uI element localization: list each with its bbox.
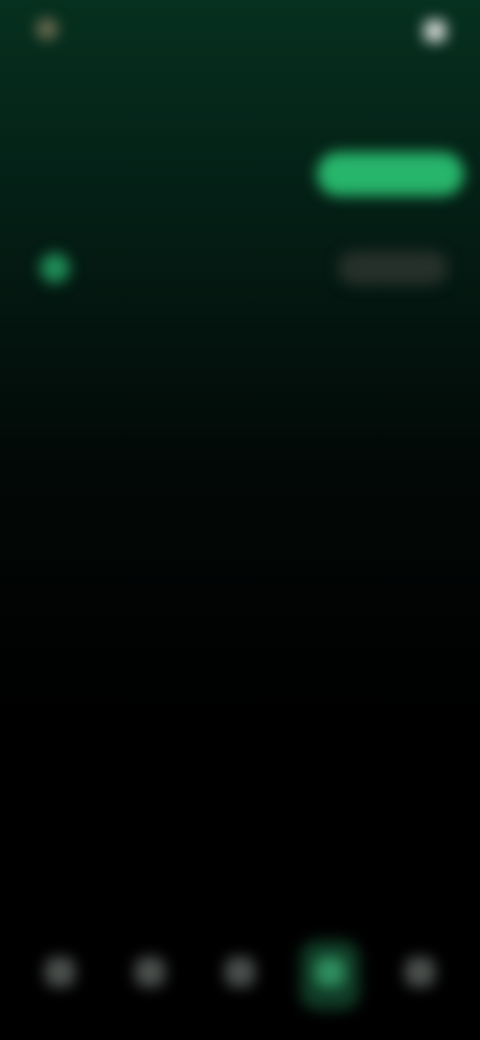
nav-item-active[interactable] — [300, 940, 360, 1010]
header-action-button[interactable] — [412, 20, 446, 42]
center-icon — [225, 957, 255, 987]
nav-item-profile[interactable] — [390, 940, 450, 1010]
tab-bar — [24, 150, 465, 198]
profile-icon — [405, 957, 435, 987]
nav-item-center[interactable] — [210, 940, 270, 1010]
explore-icon — [135, 957, 165, 987]
status-dot-icon — [40, 253, 70, 283]
tab-2[interactable] — [171, 152, 318, 196]
list-item-action-button[interactable] — [338, 251, 448, 285]
active-tab-icon — [315, 957, 345, 987]
app-screen — [0, 0, 480, 1040]
bottom-nav — [30, 930, 450, 1020]
nav-item-explore[interactable] — [120, 940, 180, 1010]
brand — [36, 18, 68, 40]
home-icon — [45, 957, 75, 987]
nav-item-home[interactable] — [30, 940, 90, 1010]
list-item[interactable] — [24, 232, 456, 304]
tab-1[interactable] — [24, 152, 171, 196]
list-item-text — [94, 265, 338, 271]
logo-icon — [36, 18, 58, 40]
tab-3-active[interactable] — [317, 152, 465, 196]
app-icon — [424, 20, 446, 42]
